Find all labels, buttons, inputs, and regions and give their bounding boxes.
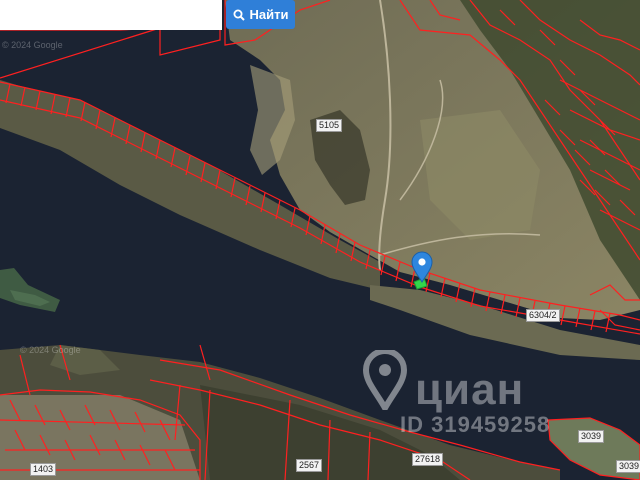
map-copyright-bottom: © 2024 Google bbox=[20, 345, 81, 355]
cian-logo-pin-icon bbox=[362, 350, 408, 410]
search-icon bbox=[233, 9, 245, 21]
parcel-label-27618[interactable]: 27618 bbox=[412, 453, 444, 466]
search-button[interactable]: Найти bbox=[226, 0, 295, 29]
search-button-label: Найти bbox=[249, 7, 289, 22]
map-copyright-top: © 2024 Google bbox=[2, 40, 63, 50]
parcel-label-5105[interactable]: 5105 bbox=[316, 119, 343, 132]
parcel-label-2567[interactable]: 2567 bbox=[296, 459, 323, 472]
search-input[interactable] bbox=[0, 0, 222, 30]
parcel-label-6304-2[interactable]: 6304/2 bbox=[526, 309, 560, 322]
parcel-label-1403[interactable]: 1403 bbox=[30, 463, 57, 476]
watermark-brand: циан bbox=[415, 365, 525, 414]
parcel-label-3039-b[interactable]: 3039 bbox=[616, 460, 640, 473]
cian-watermark: циан ID 319459258 bbox=[360, 350, 610, 445]
watermark-id: ID 319459258 bbox=[400, 412, 551, 437]
